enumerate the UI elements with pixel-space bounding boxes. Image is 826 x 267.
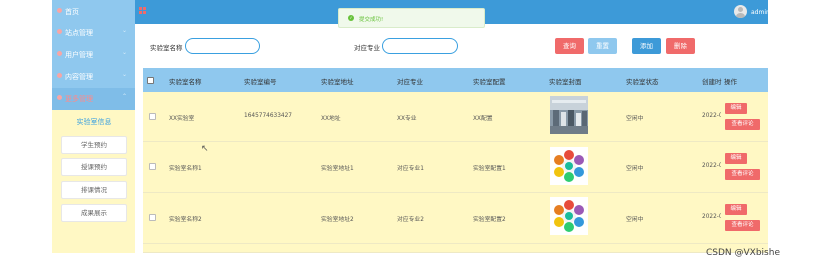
cell-major: XX专业	[397, 116, 417, 122]
row-checkbox[interactable]	[149, 163, 156, 170]
more-icon	[57, 95, 62, 100]
actions-cell: 编辑 查看评论	[721, 193, 768, 243]
edit-button[interactable]: 编辑	[725, 204, 747, 215]
sidebar-item-home[interactable]: 首页	[52, 1, 135, 23]
view-comments-button[interactable]: 查看评论	[725, 220, 760, 231]
success-toast: ✓ 提交成功!	[338, 8, 485, 28]
sidebar-item-user-management[interactable]: 用户管理 ⌄	[52, 44, 135, 66]
sidebar-item-content-management[interactable]: 内容管理 ⌄	[52, 66, 135, 88]
view-comments-button[interactable]: 查看评论	[725, 119, 760, 130]
check-circle-icon: ✓	[348, 15, 354, 21]
table-row: 实验室名称2 实验室地址2 对应专业2 实验室配置2 空闲中 2022-0 编辑…	[143, 193, 768, 244]
menu-toggle-icon[interactable]	[139, 7, 147, 15]
cell-lab-address: 实验室地址2	[321, 217, 354, 223]
cell-created: 2022-0	[702, 163, 723, 169]
reset-button[interactable]: 重置	[588, 38, 617, 54]
major-input[interactable]	[382, 38, 458, 54]
row-checkbox[interactable]	[149, 113, 156, 120]
home-icon	[57, 8, 62, 13]
sidebar-item-label: 内容管理	[65, 73, 93, 81]
cell-lab-name: 实验室名称2	[169, 217, 202, 223]
cell-lab-name: XX实验室	[169, 116, 195, 122]
lab-photo-image[interactable]	[550, 96, 588, 134]
chevron-down-icon: ⌄	[121, 71, 127, 78]
header-lab-code[interactable]: 实验室编号	[244, 76, 277, 86]
submenu-item-lab-info[interactable]: 实验室信息	[61, 114, 127, 132]
toast-message: 提交成功!	[359, 17, 384, 23]
sidebar-item-site-management[interactable]: 站点管理 ⌄	[52, 22, 135, 44]
major-label: 对应专业	[354, 44, 380, 52]
delete-button[interactable]: 删除	[666, 38, 695, 54]
content-icon	[57, 73, 62, 78]
cell-major: 对应专业1	[397, 166, 424, 172]
cell-lab-address: 实验室地址1	[321, 166, 354, 172]
site-icon	[57, 29, 62, 34]
header-major[interactable]: 对应专业	[397, 76, 423, 86]
table-row	[143, 244, 768, 253]
header-actions: 操作	[724, 78, 737, 86]
cell-lab-name: 实验室名称1	[169, 166, 202, 172]
sidebar-menu: 首页 站点管理 ⌄ 用户管理 ⌄ 内容管理 ⌄ 更多管理 ⌃	[52, 0, 135, 110]
watermark: CSDN @VXbishe	[706, 248, 780, 258]
lab-name-label: 实验室名称	[150, 44, 183, 52]
submenu-item-schedule[interactable]: 排课情况	[61, 181, 127, 199]
header-lab-name[interactable]: 实验室名称	[169, 76, 202, 86]
query-button[interactable]: 查询	[555, 38, 584, 54]
row-checkbox[interactable]	[149, 214, 156, 221]
submenu-item-achievements[interactable]: 成果展示	[61, 204, 127, 222]
cell-lab-config: XX配置	[473, 116, 493, 122]
header-created[interactable]: 创建时	[702, 76, 722, 86]
cell-lab-address: XX地址	[321, 116, 341, 122]
colorful-diagram-image[interactable]	[550, 197, 588, 235]
header-lab-config[interactable]: 实验室配置	[473, 76, 506, 86]
cell-lab-config: 实验室配置1	[473, 166, 506, 172]
sidebar-item-label: 用户管理	[65, 51, 93, 59]
header-lab-cover[interactable]: 实验室封面	[549, 76, 582, 86]
table-header: 实验室名称 实验室编号 实验室地址 对应专业 实验室配置 实验室封面 实验室状态…	[143, 68, 768, 92]
submenu-item-teaching-booking[interactable]: 授课预约	[61, 158, 127, 176]
actions-cell: 编辑 查看评论	[721, 92, 768, 141]
cell-major: 对应专业2	[397, 217, 424, 223]
table-row: XX实验室 1645774633427 XX地址 XX专业 XX配置 空闲中 2…	[143, 92, 768, 142]
header-lab-address[interactable]: 实验室地址	[321, 76, 354, 86]
sidebar: 首页 站点管理 ⌄ 用户管理 ⌄ 内容管理 ⌄ 更多管理 ⌃ 实验室信息 学生预…	[52, 0, 135, 253]
chevron-up-icon: ⌃	[121, 93, 127, 100]
avatar[interactable]	[734, 5, 747, 18]
cell-lab-status: 空闲中	[626, 166, 644, 172]
table-row: 实验室名称1 实验室地址1 对应专业1 实验室配置1 空闲中 2022-0 编辑…	[143, 142, 768, 193]
lab-name-input[interactable]	[185, 38, 260, 54]
sidebar-item-more-management[interactable]: 更多管理 ⌃	[52, 88, 135, 110]
cell-lab-status: 空闲中	[626, 217, 644, 223]
mouse-cursor-icon: ↖	[201, 144, 209, 154]
view-comments-button[interactable]: 查看评论	[725, 169, 760, 180]
submenu-item-student-booking[interactable]: 学生预约	[61, 136, 127, 154]
colorful-diagram-image[interactable]	[550, 147, 588, 185]
actions-cell: 编辑 查看评论	[721, 142, 768, 192]
chevron-down-icon: ⌄	[121, 49, 127, 56]
edit-button[interactable]: 编辑	[725, 153, 747, 164]
sidebar-item-label: 更多管理	[65, 95, 93, 103]
cell-lab-config: 实验室配置2	[473, 217, 506, 223]
cell-lab-code: 1645774633427	[244, 113, 292, 119]
cell-lab-status: 空闲中	[626, 116, 644, 122]
chevron-down-icon: ⌄	[121, 27, 127, 34]
user-icon	[57, 51, 62, 56]
user-name[interactable]: admin	[751, 9, 770, 16]
add-button[interactable]: 添加	[632, 38, 661, 54]
sidebar-item-label: 首页	[65, 8, 79, 16]
edit-button[interactable]: 编辑	[725, 103, 747, 114]
sidebar-item-label: 站点管理	[65, 29, 93, 37]
select-all-checkbox[interactable]	[147, 77, 154, 84]
header-lab-status[interactable]: 实验室状态	[626, 76, 659, 86]
cell-created: 2022-0	[702, 214, 723, 220]
cell-created: 2022-0	[702, 113, 723, 119]
